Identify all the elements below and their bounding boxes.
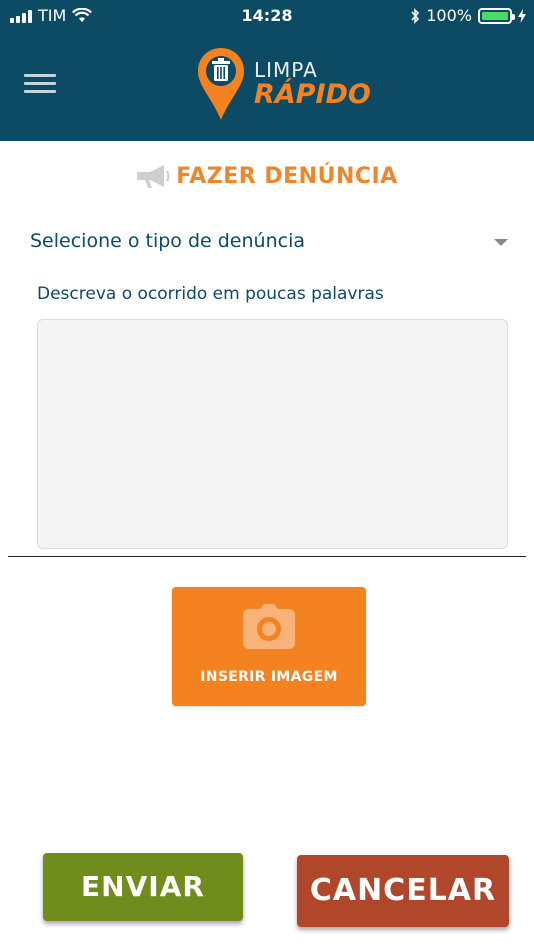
battery-icon <box>478 7 515 24</box>
page-title-row: FAZER DENÚNCIA <box>0 162 534 190</box>
status-bar: TIM 14:28 100% <box>0 0 534 32</box>
charging-icon <box>518 8 526 23</box>
camera-icon <box>243 604 295 649</box>
hamburger-icon[interactable] <box>24 74 56 94</box>
description-field[interactable] <box>37 319 508 549</box>
page-title: FAZER DENÚNCIA <box>176 163 398 189</box>
insert-image-label: INSERIR IMAGEM <box>200 669 338 685</box>
app-logo: LIMPA RÁPIDO <box>196 46 371 126</box>
divider <box>8 556 526 557</box>
trash-pin-icon <box>198 48 244 120</box>
logo-text-rapido: RÁPIDO <box>254 79 371 110</box>
description-label: Descreva o ocorrido em poucas palavras <box>37 284 384 304</box>
complaint-type-label: Selecione o tipo de denúncia <box>30 230 305 252</box>
insert-image-button[interactable]: INSERIR IMAGEM <box>172 587 366 706</box>
cancel-button[interactable]: CANCELAR <box>297 855 509 927</box>
battery-percent: 100% <box>426 6 472 25</box>
send-button[interactable]: ENVIAR <box>43 853 243 921</box>
chevron-down-icon <box>494 239 508 246</box>
complaint-type-select[interactable]: Selecione o tipo de denúncia <box>30 228 512 258</box>
megaphone-icon <box>137 165 170 188</box>
bluetooth-icon <box>411 7 420 24</box>
app-header: TIM 14:28 100% LIMPA RÁPIDO <box>0 0 534 141</box>
